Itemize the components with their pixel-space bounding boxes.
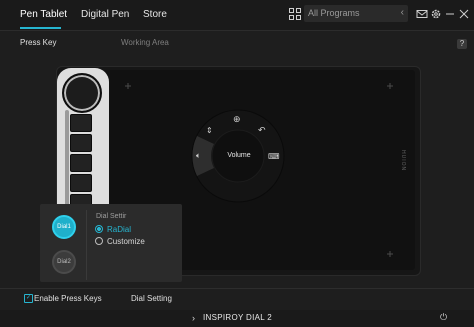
volume-icon[interactable]: 🔈︎ [196,151,201,161]
chevron-left-icon[interactable]: ‹ [401,7,404,18]
radio-selected-icon [95,224,103,233]
working-area-label[interactable]: Working Area [121,38,169,47]
press-key-label[interactable]: Press Key [20,38,56,47]
dial2-button[interactable]: Dial2 [52,250,76,274]
enable-press-keys-label[interactable]: Enable Press Keys [34,294,102,303]
radio-customize-label: Customize [107,237,145,246]
enable-press-keys-checkbox[interactable]: ✓ [24,294,33,303]
dial-knob[interactable] [62,73,102,113]
zoom-icon[interactable]: ⊕ [233,114,241,125]
express-key-4[interactable] [70,174,92,192]
gear-icon[interactable] [430,8,442,20]
radio-radial[interactable]: RaDial [95,224,132,234]
radio-customize[interactable]: Customize [95,236,145,246]
scroll-icon[interactable]: ⇕ [206,126,213,135]
dial-setting-link[interactable]: Dial Setting [131,294,172,303]
chevron-right-icon[interactable]: › [192,313,195,323]
close-icon[interactable] [458,8,470,20]
program-select[interactable]: All Programs ‹ [304,5,408,22]
express-key-3[interactable] [70,154,92,172]
program-select-value: All Programs [308,8,360,18]
undo-icon[interactable]: ↶ [258,125,266,136]
help-button[interactable]: ? [457,39,467,49]
device-name[interactable]: INSPIROY DIAL 2 [203,313,272,322]
tab-digital-pen[interactable]: Digital Pen [81,9,129,20]
tablet-brand-logo: HUION [400,150,406,172]
minimize-icon[interactable] [444,8,456,20]
dial-panel-divider [86,210,87,280]
express-key-2[interactable] [70,134,92,152]
apps-grid-icon[interactable] [289,8,301,20]
express-key-1[interactable] [70,114,92,132]
active-tab-indicator [20,27,61,29]
dial1-button[interactable]: Dial1 [52,215,76,239]
footer-divider [0,288,474,289]
power-icon[interactable]: ⏻ [440,312,447,323]
tab-pen-tablet[interactable]: Pen Tablet [20,9,67,20]
tab-store[interactable]: Store [143,9,167,20]
dial-settings-title: Dial Settir [96,213,127,220]
radial-center-label: Volume [227,152,251,159]
keyboard-icon[interactable]: ⌨︎ [268,152,280,161]
header-divider [0,30,474,31]
radio-unselected-icon [95,236,103,245]
radio-radial-label: RaDial [107,225,132,234]
mail-icon[interactable] [416,8,428,20]
